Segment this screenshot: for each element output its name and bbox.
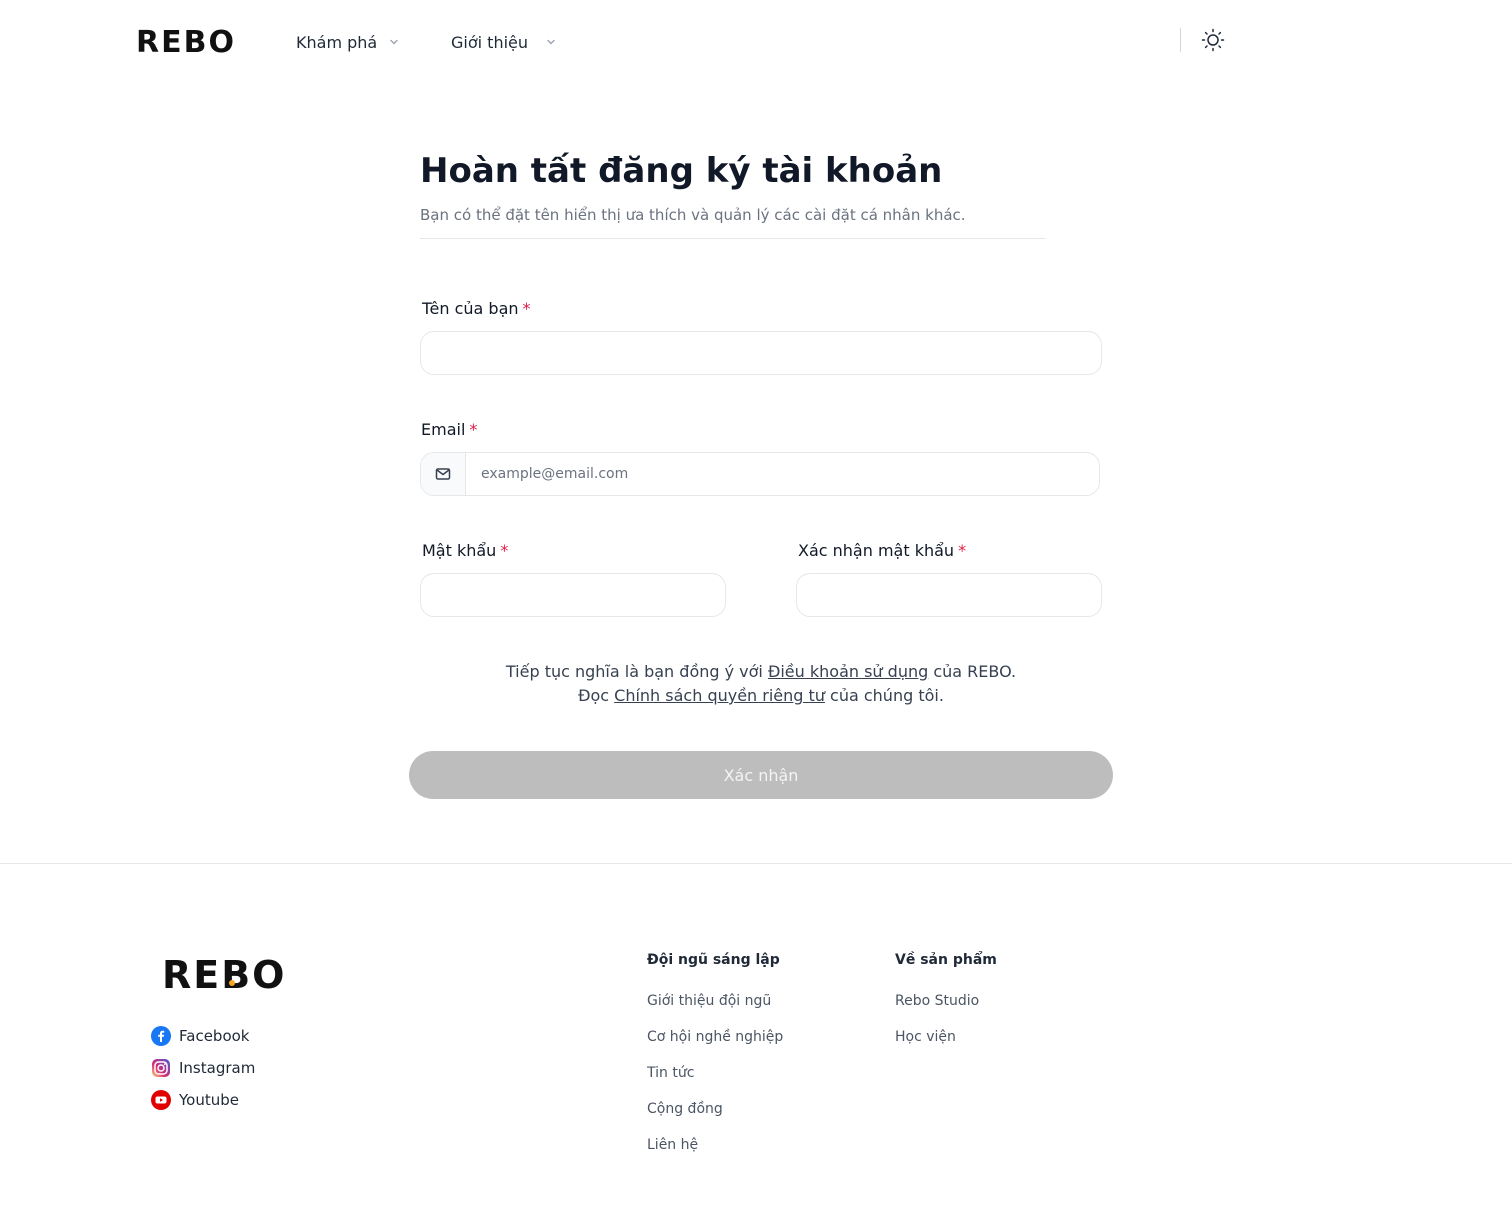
confirm-password-label: Xác nhận mật khẩu * — [798, 540, 966, 562]
social-facebook-label: Facebook — [179, 1027, 250, 1045]
footer-divider — [0, 863, 1512, 864]
header-logo[interactable]: REBO — [136, 24, 236, 62]
password-field-box — [420, 573, 726, 617]
name-label-text: Tên của bạn — [422, 299, 519, 318]
password-label-text: Mật khẩu — [422, 541, 497, 560]
submit-button[interactable]: Xác nhận — [409, 751, 1113, 799]
required-mark: * — [958, 541, 967, 560]
email-field-box — [420, 452, 1100, 496]
nav-gioi-thieu-label: Giới thiệu — [451, 32, 529, 52]
confirm-password-field[interactable] — [797, 574, 1101, 616]
terms-text: của REBO. — [928, 662, 1017, 681]
footer-link-news[interactable]: Tin tức — [647, 1063, 694, 1083]
social-instagram-label: Instagram — [179, 1059, 256, 1077]
footer-link-contact[interactable]: Liên hệ — [647, 1135, 698, 1155]
footer-logo[interactable]: REBO — [162, 952, 287, 998]
footer-logo-text: REBO — [162, 953, 287, 997]
terms-of-use-link[interactable]: Điều khoản sử dụng — [768, 662, 928, 681]
privacy-text: Đọc — [578, 686, 615, 705]
name-field-box — [420, 331, 1102, 375]
nav-gioi-thieu[interactable]: Giới thiệu — [451, 30, 556, 54]
chevron-down-icon — [546, 37, 556, 47]
name-label: Tên của bạn * — [422, 298, 531, 320]
required-mark: * — [469, 420, 478, 439]
page-subtitle: Bạn có thể đặt tên hiển thị ưa thích và … — [420, 206, 966, 224]
facebook-icon — [151, 1026, 171, 1046]
logo-accent-dot — [229, 980, 235, 986]
privacy-text: của chúng tôi. — [824, 686, 944, 705]
social-youtube[interactable]: Youtube — [151, 1089, 239, 1111]
password-label: Mật khẩu * — [422, 540, 508, 562]
instagram-icon — [151, 1058, 171, 1078]
confirm-password-field-box — [796, 573, 1102, 617]
name-field[interactable] — [421, 332, 1101, 374]
email-label: Email * — [421, 419, 477, 441]
required-mark: * — [500, 541, 509, 560]
confirm-password-label-text: Xác nhận mật khẩu — [798, 541, 955, 560]
footer-column-title-team: Đội ngũ sáng lập — [647, 952, 780, 968]
terms-text: Tiếp tục nghĩa là bạn đồng ý với — [505, 662, 768, 681]
social-facebook[interactable]: Facebook — [151, 1025, 249, 1047]
header-divider — [1180, 28, 1181, 52]
social-youtube-label: Youtube — [179, 1091, 239, 1109]
footer-link-rebo-studio[interactable]: Rebo Studio — [895, 991, 979, 1011]
social-instagram[interactable]: Instagram — [151, 1057, 255, 1079]
footer-column-title-product: Về sản phẩm — [895, 952, 997, 968]
youtube-icon — [151, 1090, 171, 1110]
password-field[interactable] — [421, 574, 725, 616]
title-divider — [420, 238, 1046, 239]
chevron-down-icon — [389, 37, 399, 47]
email-label-text: Email — [421, 420, 466, 439]
terms-notice: Tiếp tục nghĩa là bạn đồng ý với Điều kh… — [420, 660, 1102, 708]
footer-link-community[interactable]: Cộng đồng — [647, 1099, 723, 1119]
footer-link-team-intro[interactable]: Giới thiệu đội ngũ — [647, 991, 771, 1011]
email-field[interactable] — [466, 453, 1099, 495]
nav-kham-pha[interactable]: Khám phá — [296, 30, 399, 54]
footer-link-careers[interactable]: Cơ hội nghề nghiệp — [647, 1027, 783, 1047]
nav-kham-pha-label: Khám phá — [296, 32, 378, 52]
footer-link-academy[interactable]: Học viện — [895, 1027, 956, 1047]
sun-icon[interactable] — [1200, 27, 1226, 53]
mail-icon — [421, 453, 466, 495]
page-title: Hoàn tất đăng ký tài khoản — [420, 151, 943, 191]
required-mark: * — [522, 299, 531, 318]
privacy-policy-link[interactable]: Chính sách quyền riêng tư — [614, 686, 825, 705]
